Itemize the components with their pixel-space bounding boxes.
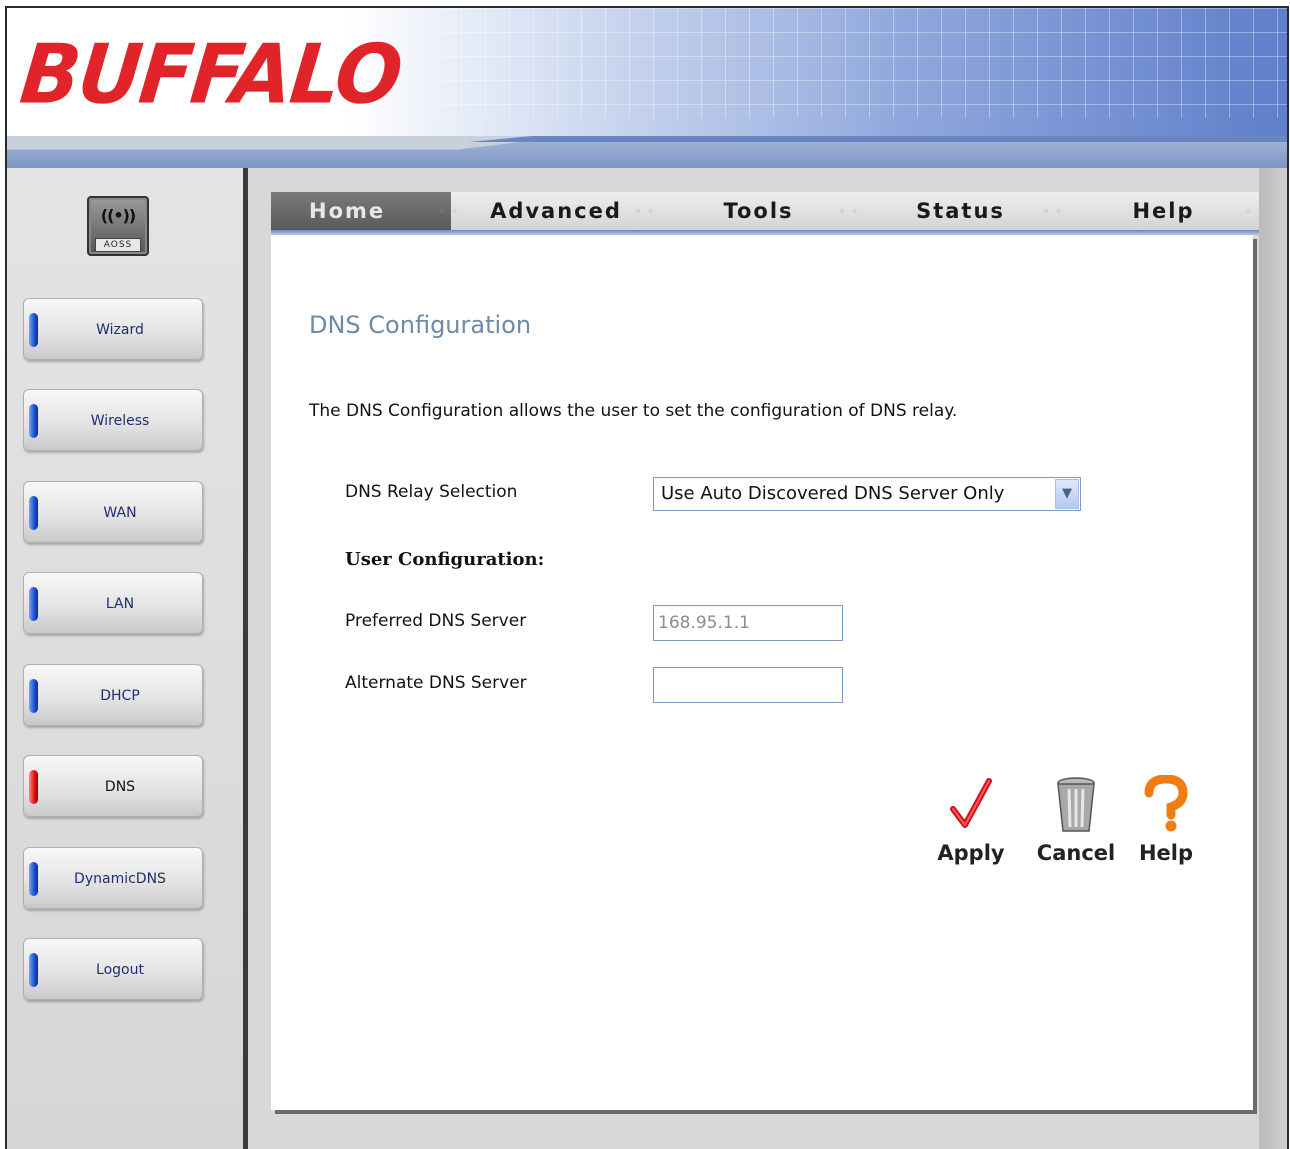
sidebar-divider xyxy=(243,168,248,1149)
page-title: DNS Configuration xyxy=(309,311,532,339)
cancel-label: Cancel xyxy=(1036,841,1116,865)
status-pill-icon xyxy=(29,587,38,621)
top-nav-tabs: Home Advanced Tools Status Help ◦◦ ◦◦ ◦◦… xyxy=(271,192,1259,230)
sidebar: ((•)) AOSS Wizard Wireless WAN LAN DHCP … xyxy=(7,168,243,1149)
sidebar-item-wireless[interactable]: Wireless xyxy=(23,389,203,451)
sidebar-item-label: Wizard xyxy=(96,322,144,338)
sidebar-item-logout[interactable]: Logout xyxy=(23,938,203,1000)
cancel-button[interactable]: Cancel xyxy=(1033,775,1119,865)
sidebar-item-wizard[interactable]: Wizard xyxy=(23,298,203,360)
status-pill-icon xyxy=(29,404,38,438)
tab-status[interactable]: Status xyxy=(873,192,1048,230)
sidebar-item-dhcp[interactable]: DHCP xyxy=(23,664,203,726)
dns-relay-label: DNS Relay Selection xyxy=(345,482,518,502)
status-pill-icon xyxy=(29,496,38,530)
page-description: The DNS Configuration allows the user to… xyxy=(309,401,958,421)
sidebar-item-label: DHCP xyxy=(100,688,140,704)
help-label: Help xyxy=(1138,841,1194,865)
chevron-down-icon[interactable]: ▼ xyxy=(1055,479,1079,509)
aoss-button[interactable]: ((•)) AOSS xyxy=(87,196,149,256)
alternate-dns-label: Alternate DNS Server xyxy=(345,673,527,693)
tab-separator-icon: ◦ xyxy=(1245,205,1258,218)
status-pill-icon xyxy=(29,953,38,987)
help-button[interactable]: Help xyxy=(1133,775,1199,865)
sidebar-item-wan[interactable]: WAN xyxy=(23,481,203,543)
status-pill-icon xyxy=(29,313,38,347)
tab-tools[interactable]: Tools xyxy=(671,192,846,230)
sidebar-item-label: DNS xyxy=(104,779,136,795)
tab-advanced[interactable]: Advanced xyxy=(471,192,641,230)
status-pill-icon xyxy=(29,862,38,896)
status-pill-icon xyxy=(29,679,38,713)
tab-home[interactable]: Home xyxy=(271,192,451,230)
tab-help[interactable]: Help xyxy=(1076,192,1251,230)
aoss-label: AOSS xyxy=(95,238,141,252)
sidebar-item-dns[interactable]: DNS xyxy=(23,755,203,817)
user-config-heading: User Configuration: xyxy=(345,549,545,570)
dns-relay-selected-value: Use Auto Discovered DNS Server Only xyxy=(661,483,1005,504)
apply-button[interactable]: Apply xyxy=(931,775,1011,865)
apply-label: Apply xyxy=(937,841,1005,865)
wireless-waves-icon: ((•)) xyxy=(100,206,136,225)
alternate-dns-input[interactable] xyxy=(653,667,843,703)
status-pill-icon xyxy=(29,770,38,804)
preferred-dns-input[interactable] xyxy=(653,605,843,641)
tab-separator-icon: ◦◦ xyxy=(635,205,660,218)
sidebar-item-label: LAN xyxy=(105,596,135,612)
right-edge-strip xyxy=(1259,168,1287,1149)
sidebar-item-label: Wireless xyxy=(90,413,150,429)
sidebar-item-label: WAN xyxy=(103,505,137,521)
preferred-dns-label: Preferred DNS Server xyxy=(345,611,527,631)
sidebar-item-label: Logout xyxy=(96,962,144,978)
header-banner: BUFFALO xyxy=(7,8,1287,168)
content-panel: DNS Configuration The DNS Configuration … xyxy=(271,235,1253,1110)
trash-can-icon xyxy=(1057,777,1095,832)
buffalo-logo: BUFFALO xyxy=(16,27,405,123)
question-mark-icon xyxy=(1144,775,1188,832)
router-admin-window: BUFFALO ((•)) AOSS Wizard Wireless WAN L… xyxy=(5,6,1289,1149)
tab-separator-icon: ◦◦ xyxy=(439,205,464,218)
checkmark-icon xyxy=(950,778,992,828)
sidebar-item-lan[interactable]: LAN xyxy=(23,572,203,634)
sidebar-item-label: DynamicDNS xyxy=(74,871,166,887)
sidebar-item-dynamicdns[interactable]: DynamicDNS xyxy=(23,847,203,909)
tab-separator-icon: ◦◦ xyxy=(1043,205,1068,218)
tab-separator-icon: ◦◦ xyxy=(839,205,864,218)
dns-relay-select[interactable]: Use Auto Discovered DNS Server Only ▼ xyxy=(653,477,1081,511)
